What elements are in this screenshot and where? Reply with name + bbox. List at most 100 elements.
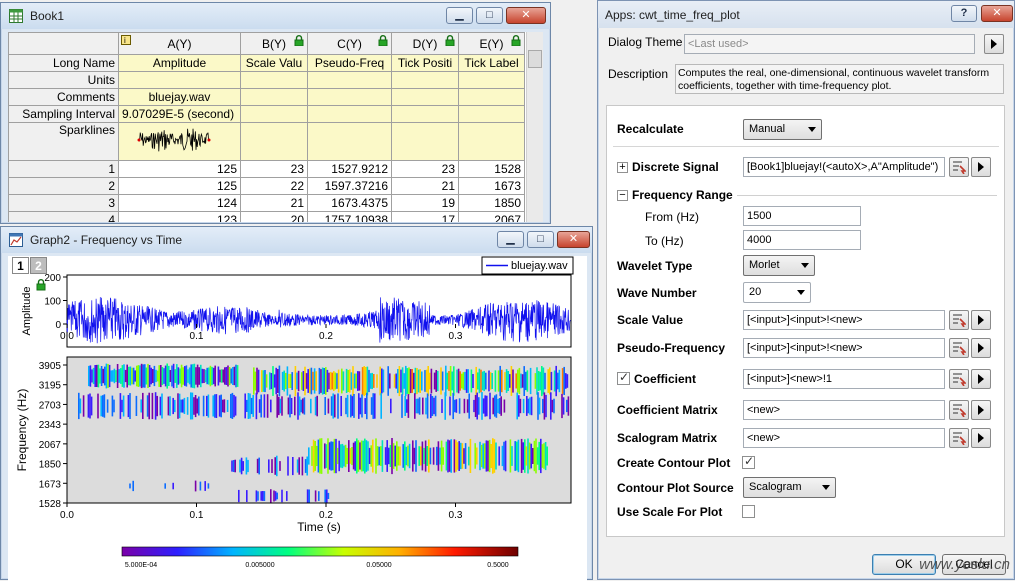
sparkline-cell[interactable] [307,122,392,161]
data-cell[interactable]: 1597.37216 [307,177,392,195]
comments-cell[interactable]: bluejay.wav [118,88,241,106]
row-number[interactable]: 2 [8,177,119,195]
data-cell[interactable]: 23 [391,160,459,178]
data-cell[interactable]: 1757.10938 [307,211,392,222]
range-picker-button[interactable] [949,400,969,420]
coefficient-matrix-menu-button[interactable] [971,400,991,420]
scrollbar-thumb[interactable] [528,50,542,68]
use-scale-for-plot-checkbox[interactable] [742,505,755,518]
sparklines-row-header[interactable]: Sparklines [8,122,119,161]
graph2-maximize-button[interactable]: □ [527,231,554,248]
expand-plus-icon[interactable]: + [617,162,628,173]
dialog-theme-combo[interactable]: <Last used> [684,34,975,54]
discrete-signal-input[interactable]: [Book1]bluejay!(<autoX>,A"Amplitude") [743,157,945,177]
data-cell[interactable]: 1673.4375 [307,194,392,212]
range-picker-button[interactable] [949,428,969,448]
dialog-close-button[interactable]: ✕ [981,5,1013,22]
sparkline-cell[interactable] [458,122,525,161]
data-cell[interactable]: 17 [391,211,459,222]
comments-cell[interactable] [391,88,459,106]
graph2-titlebar[interactable]: Graph2 - Frequency vs Time ▁ □ ✕ [1,227,592,253]
from-hz-input[interactable]: 1500 [743,206,861,226]
row-number[interactable]: 1 [8,160,119,178]
sampling-interval-cell[interactable] [307,105,392,123]
row-number[interactable]: 4 [8,211,119,222]
to-hz-input[interactable]: 4000 [743,230,861,250]
graph2-minimize-button[interactable]: ▁ [497,231,524,248]
coefficient-menu-button[interactable] [971,369,991,389]
data-cell[interactable]: 1850 [458,194,525,212]
sparkline-cell[interactable] [118,122,241,161]
data-cell[interactable]: 21 [391,177,459,195]
book1-close-button[interactable]: ✕ [506,7,546,24]
data-cell[interactable]: 21 [240,194,308,212]
units-cell[interactable] [307,71,392,89]
sampling-interval-cell[interactable] [391,105,459,123]
comments-cell[interactable] [307,88,392,106]
sampling-interval-cell[interactable] [240,105,308,123]
scale-value-input[interactable]: [<input>]<input>!<new> [743,310,945,330]
comments-cell[interactable] [240,88,308,106]
units-cell[interactable] [118,71,241,89]
graph-canvas[interactable]: 20010000.0 0.1 0.2 0.3 Amplitude bluejay.wa… [8,256,587,581]
pseudo-frequency-menu-button[interactable] [971,338,991,358]
column-header-b[interactable]: B(Y) [240,32,308,55]
layer-tab-1[interactable]: 1 [12,257,29,274]
long-name-row-header[interactable]: Long Name [8,54,119,72]
range-picker-button[interactable] [949,338,969,358]
corner-cell[interactable] [8,32,119,55]
help-button[interactable]: ? [951,5,977,22]
data-cell[interactable]: 1527.9212 [307,160,392,178]
scalogram-matrix-input[interactable]: <new> [743,428,945,448]
units-cell[interactable] [458,71,525,89]
comments-cell[interactable] [458,88,525,106]
data-cell[interactable]: 2067 [458,211,525,222]
coefficient-checkbox[interactable] [617,370,630,385]
long-name-cell[interactable]: Pseudo-Freq [307,54,392,72]
book1-titlebar[interactable]: Book1 ▁ □ ✕ [1,3,550,29]
sampling-interval-cell[interactable] [458,105,525,123]
scalogram-matrix-menu-button[interactable] [971,428,991,448]
long-name-cell[interactable]: Amplitude [118,54,241,72]
data-cell[interactable]: 123 [118,211,241,222]
coefficient-matrix-input[interactable]: <new> [743,400,945,420]
column-header-a[interactable]: i A(Y) [118,32,241,55]
layer-tab-2[interactable]: 2 [30,257,47,274]
recalculate-combo[interactable]: Manual [743,119,822,140]
book1-minimize-button[interactable]: ▁ [446,7,473,24]
create-contour-plot-checkbox[interactable] [742,454,755,469]
range-picker-button[interactable] [949,157,969,177]
sparkline-cell[interactable] [240,122,308,161]
units-row-header[interactable]: Units [8,71,119,89]
column-header-e[interactable]: E(Y) [458,32,525,55]
collapse-minus-icon[interactable]: − [617,190,628,201]
range-picker-button[interactable] [949,310,969,330]
colorbar[interactable] [121,546,519,557]
data-cell[interactable]: 1673 [458,177,525,195]
sampling-interval-cell[interactable]: 9.07029E-5 (second) [118,105,241,123]
comments-row-header[interactable]: Comments [8,88,119,106]
column-header-c[interactable]: C(Y) [307,32,392,55]
column-header-d[interactable]: D(Y) [391,32,459,55]
scale-value-menu-button[interactable] [971,310,991,330]
wave-number-combo[interactable]: 20 [743,282,811,303]
data-cell[interactable]: 19 [391,194,459,212]
wavelet-type-combo[interactable]: Morlet [743,255,815,276]
dialog-titlebar[interactable]: Apps: cwt_time_freq_plot ? ✕ [598,1,1014,28]
worksheet-vertical-scrollbar[interactable] [526,32,543,222]
range-picker-button[interactable] [949,369,969,389]
coefficient-input[interactable]: [<input>]<new>!1 [743,369,945,389]
data-cell[interactable]: 23 [240,160,308,178]
long-name-cell[interactable]: Scale Valu [240,54,308,72]
theme-menu-button[interactable] [984,34,1004,54]
long-name-cell[interactable]: Tick Positi [391,54,459,72]
row-number[interactable]: 3 [8,194,119,212]
long-name-cell[interactable]: Tick Label [458,54,525,72]
signal-menu-button[interactable] [971,157,991,177]
book1-maximize-button[interactable]: □ [476,7,503,24]
data-cell[interactable]: 20 [240,211,308,222]
data-cell[interactable]: 1528 [458,160,525,178]
data-cell[interactable]: 125 [118,177,241,195]
sparkline-cell[interactable] [391,122,459,161]
data-cell[interactable]: 22 [240,177,308,195]
